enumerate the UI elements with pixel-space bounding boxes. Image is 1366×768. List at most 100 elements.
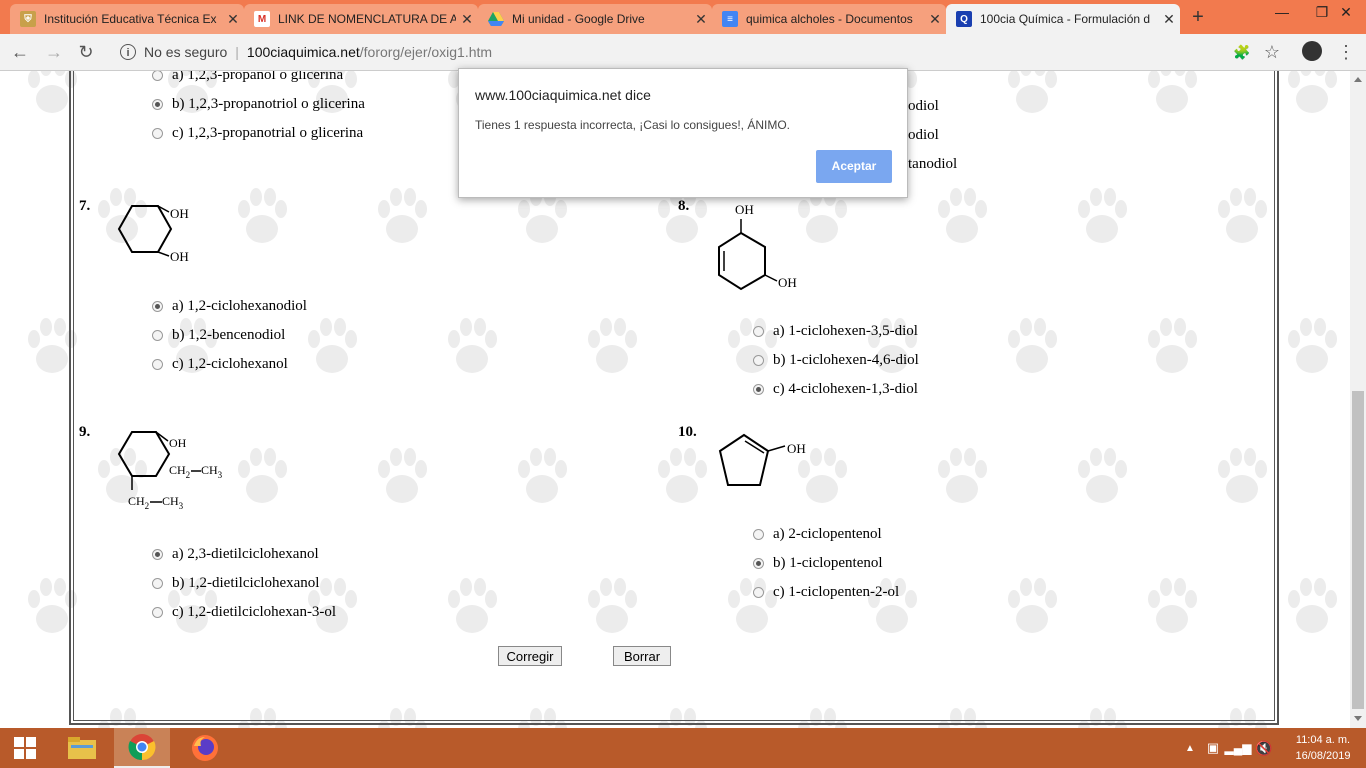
taskbar-clock[interactable]: 11:04 a. m. 16/08/2019 (1284, 732, 1362, 764)
q9-option-a[interactable]: a) 2,3-dietilciclohexanol (152, 544, 319, 564)
url-host: 100ciaquimica.net (246, 44, 360, 60)
docs-icon: ≡ (722, 11, 738, 27)
close-icon[interactable]: ✕ (222, 11, 244, 28)
signal-icon[interactable]: ▂▄▆ (1225, 728, 1252, 768)
tab-title: Mi unidad - Google Drive (512, 12, 645, 26)
option-label: a) 1,2-ciclohexanodiol (172, 297, 307, 314)
scroll-down-icon[interactable] (1354, 716, 1362, 721)
q7-option-b[interactable]: b) 1,2-bencenodiol (152, 325, 285, 345)
option-label: c) 1,2-dietilciclohexan-3-ol (172, 603, 337, 620)
info-icon[interactable]: i (120, 44, 136, 60)
back-button[interactable]: ← (8, 41, 32, 63)
q-right-option-b-fragment: odiol (908, 126, 939, 143)
scroll-thumb[interactable] (1352, 391, 1364, 709)
q8-option-a[interactable]: a) 1-ciclohexen-3,5-diol (753, 321, 918, 341)
tab-100cia[interactable]: Q 100cia Química - Formulación d ✕ (946, 4, 1180, 34)
q9-option-c[interactable]: c) 1,2-dietilciclohexan-3-ol (152, 602, 336, 622)
radio-button[interactable] (152, 127, 163, 139)
avatar[interactable] (1302, 41, 1322, 61)
tab-docs[interactable]: ≡ quimica alcholes - Documentos ✕ (712, 4, 946, 34)
q-right-option-c-fragment: tanodiol (908, 155, 958, 172)
tab-title: Institución Educativa Técnica Ex (44, 12, 217, 26)
new-tab-button[interactable]: + (1186, 6, 1210, 28)
radio-button[interactable] (753, 325, 764, 337)
q6-option-c[interactable]: c) 1,2,3-propanotrial o glicerina (152, 123, 363, 143)
option-label: a) 2,3-dietilciclohexanol (172, 545, 319, 562)
radio-button[interactable] (152, 71, 163, 81)
folder-icon (68, 737, 96, 759)
q7-option-c[interactable]: c) 1,2-ciclohexanol (152, 354, 288, 374)
window-close-button[interactable]: ✕ (1326, 0, 1366, 28)
option-label: b) 1-ciclopentenol (773, 554, 883, 571)
windows-icon (14, 737, 36, 759)
q6-option-b[interactable]: b) 1,2,3-propanotriol o glicerina (152, 94, 365, 114)
radio-button[interactable] (753, 557, 764, 569)
taskbar: ▲ ▣ ▂▄▆ 🔇 11:04 a. m. 16/08/2019 (0, 728, 1366, 768)
option-label: b) 1,2,3-propanotriol o glicerina (172, 95, 365, 112)
extension-icon[interactable]: 🧩 (1230, 41, 1254, 63)
chrome-taskbar-button[interactable] (114, 728, 170, 768)
q10-option-a[interactable]: a) 2-ciclopentenol (753, 524, 882, 544)
radio-button[interactable] (753, 383, 764, 395)
minimize-button[interactable]: — (1262, 0, 1302, 28)
question-7-structure: OH OH (117, 205, 189, 264)
accept-button[interactable]: Aceptar (816, 150, 892, 183)
close-icon[interactable]: ✕ (1158, 11, 1180, 28)
tray-expand-icon[interactable]: ▲ (1182, 728, 1198, 768)
scroll-up-icon[interactable] (1354, 77, 1362, 82)
q6-option-a[interactable]: a) 1,2,3-propanol o glicerina (152, 71, 343, 85)
reload-button[interactable]: ↻ (74, 41, 98, 63)
radio-button[interactable] (152, 577, 163, 589)
clock-time: 11:04 a. m. (1295, 734, 1351, 746)
file-explorer-button[interactable] (58, 728, 106, 768)
close-icon[interactable]: ✕ (924, 11, 946, 28)
option-label: c) 4-ciclohexen-1,3-diol (773, 380, 918, 397)
tab-title: LINK DE NOMENCLATURA DE A (278, 12, 456, 26)
check-button[interactable]: Corregir (498, 646, 562, 666)
tab-strip: ⛨ Institución Educativa Técnica Ex ✕ M L… (0, 0, 1366, 34)
security-label: No es seguro (144, 44, 228, 60)
radio-button[interactable] (152, 98, 163, 110)
hydroxyl-label: OH (170, 249, 189, 264)
q8-option-b[interactable]: b) 1-ciclohexen-4,6-diol (753, 350, 919, 370)
q8-option-c[interactable]: c) 4-ciclohexen-1,3-diol (753, 379, 918, 399)
page-scrollbar[interactable] (1350, 71, 1366, 728)
start-button[interactable] (0, 728, 50, 768)
close-icon[interactable]: ✕ (690, 11, 712, 28)
radio-button[interactable] (152, 329, 163, 341)
option-label: b) 1,2-bencenodiol (172, 326, 286, 343)
network-icon[interactable]: ▣ (1204, 728, 1222, 768)
forward-button[interactable]: → (42, 41, 66, 63)
chrome-icon (128, 734, 156, 761)
q10-option-b[interactable]: b) 1-ciclopentenol (753, 553, 883, 573)
bookmark-star-icon[interactable]: ☆ (1260, 41, 1284, 63)
q9-option-b[interactable]: b) 1,2-dietilciclohexanol (152, 573, 319, 593)
close-icon[interactable]: ✕ (456, 11, 478, 28)
radio-button[interactable] (152, 606, 163, 618)
q7-option-a[interactable]: a) 1,2-ciclohexanodiol (152, 296, 307, 316)
paw-print-icon (1288, 578, 1337, 633)
address-bar[interactable]: i No es seguro | 100ciaquimica.net/foror… (108, 38, 1224, 66)
radio-button[interactable] (753, 354, 764, 366)
tab-institucion[interactable]: ⛨ Institución Educativa Técnica Ex ✕ (10, 4, 244, 34)
firefox-taskbar-button[interactable] (180, 728, 230, 768)
q-right-option-a-fragment: odiol (908, 97, 939, 114)
radio-button[interactable] (152, 358, 163, 370)
hydroxyl-label: OH (735, 202, 754, 217)
q10-option-c[interactable]: c) 1-ciclopenten-2-ol (753, 582, 899, 602)
volume-muted-icon[interactable]: 🔇 (1254, 728, 1274, 768)
menu-icon[interactable]: ⋮ (1334, 41, 1358, 63)
radio-button[interactable] (152, 548, 163, 560)
tab-gmail[interactable]: M LINK DE NOMENCLATURA DE A ✕ (244, 4, 478, 34)
radio-button[interactable] (753, 528, 764, 540)
tab-title: quimica alcholes - Documentos (746, 12, 913, 26)
tab-drive[interactable]: Mi unidad - Google Drive ✕ (478, 4, 712, 34)
clear-button[interactable]: Borrar (613, 646, 671, 666)
firefox-icon (192, 735, 218, 761)
alert-dialog: www.100ciaquimica.net dice Tienes 1 resp… (458, 68, 908, 198)
radio-button[interactable] (152, 300, 163, 312)
option-label: b) 1,2-dietilciclohexanol (172, 574, 320, 591)
radio-button[interactable] (753, 586, 764, 598)
paw-print-icon (1288, 71, 1337, 113)
option-label: a) 1,2,3-propanol o glicerina (172, 71, 344, 83)
